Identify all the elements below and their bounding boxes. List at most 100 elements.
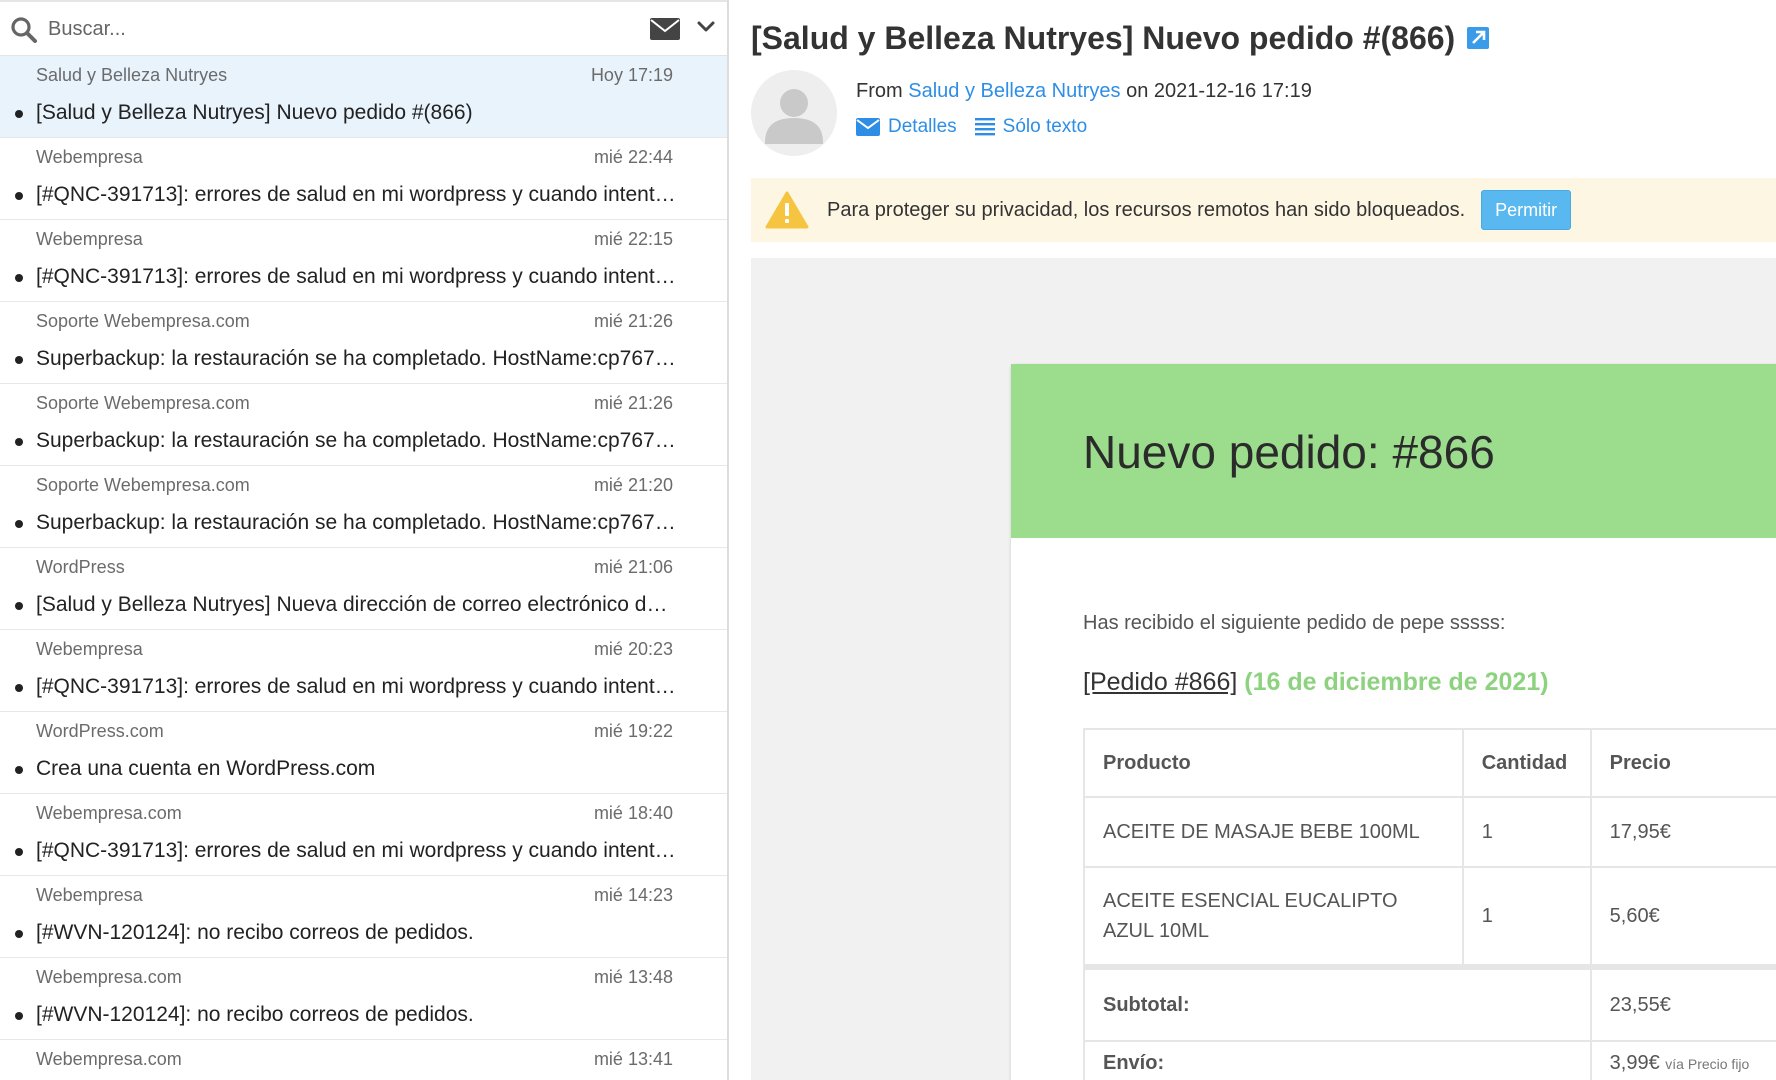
search-icon	[11, 17, 37, 43]
message-list-item[interactable]: Webempresa.com mié 13:41	[0, 1040, 727, 1080]
message-sender: Soporte Webempresa.com	[36, 475, 250, 495]
message-date: mié 19:22	[593, 721, 673, 741]
message-subject: [#QNC-391713]: errores de salud en mi wo…	[36, 839, 676, 862]
message-date: mié 22:15	[593, 229, 673, 249]
order-items-table: Producto Cantidad Precio ACEITE DE MASAJ…	[1083, 728, 1776, 1080]
details-link[interactable]: Detalles	[856, 116, 957, 138]
message-list-item[interactable]: Salud y Belleza Nutryes Hoy 17:19 [Salud y…	[0, 56, 727, 138]
message-list-item[interactable]: Soporte Webempresa.com mié 21:26 Superback…	[0, 384, 727, 466]
message-subject: [#QNC-391713]: errores de salud en mi wo…	[36, 265, 676, 288]
message-list-item[interactable]: WordPress mié 21:06 [Salud y Belleza Nutry…	[0, 548, 727, 630]
search-bar	[0, 0, 727, 56]
message-date: mié 18:40	[593, 803, 673, 823]
message-sender: Soporte Webempresa.com	[36, 311, 250, 331]
unread-dot-icon	[15, 684, 23, 692]
unread-dot-icon	[15, 192, 23, 200]
order-heading: [Pedido #866] (16 de diciembre de 2021)	[1083, 668, 1549, 697]
message-subject-text: [Salud y Belleza Nutryes] Nuevo pedido #…	[751, 20, 1456, 56]
message-list-item[interactable]: Webempresa mié 20:23 [#QNC-391713]: errore…	[0, 630, 727, 712]
product-quantity: 1	[1461, 866, 1592, 968]
from-prefix: From	[856, 80, 903, 102]
message-subject: [Salud y Belleza Nutryes] Nueva direcció…	[36, 593, 676, 616]
table-header-row: Producto Cantidad Precio	[1083, 728, 1776, 798]
message-date: mié 21:26	[593, 311, 673, 331]
unread-dot-icon	[15, 110, 23, 118]
message-subject: [Salud y Belleza Nutryes] Nuevo pedido #…	[36, 101, 473, 124]
unread-dot-icon	[15, 766, 23, 774]
unread-dot-icon	[15, 848, 23, 856]
message-sender: Webempresa.com	[36, 1049, 182, 1069]
email-banner: Nuevo pedido: #866	[1011, 364, 1776, 538]
shipping-row: Envío: 3,99€ vía Precio fijo	[1083, 1040, 1776, 1080]
message-sender: Soporte Webempresa.com	[36, 393, 250, 413]
message-subject: [#QNC-391713]: errores de salud en mi wo…	[36, 675, 676, 698]
header-links: Detalles Sólo texto	[856, 116, 1087, 138]
table-row: ACEITE DE MASAJE BEBE 100ML 1 17,95€	[1083, 796, 1776, 868]
avatar	[751, 70, 837, 156]
message-sender: Webempresa.com	[36, 803, 182, 823]
search-input[interactable]	[48, 12, 608, 46]
message-list-item[interactable]: Soporte Webempresa.com mié 21:26 Superback…	[0, 302, 727, 384]
message-sender: Webempresa	[36, 885, 143, 905]
header-product: Producto	[1083, 728, 1464, 798]
email-intro: Has recibido el siguiente pedido de pepe…	[1083, 612, 1506, 634]
message-list-item[interactable]: Webempresa mié 22:15 [#QNC-391713]: errore…	[0, 220, 727, 302]
message-sender: Webempresa.com	[36, 967, 182, 987]
sender-link[interactable]: Salud y Belleza Nutryes	[908, 80, 1120, 102]
unread-dot-icon	[15, 602, 23, 610]
message-preview: [Salud y Belleza Nutryes] Nuevo pedido #…	[731, 0, 1776, 1080]
message-list-item[interactable]: WordPress.com mié 19:22 Crea una cuenta en…	[0, 712, 727, 794]
envelope-filter-icon[interactable]	[650, 18, 680, 40]
plain-text-label: Sólo texto	[1002, 116, 1088, 137]
message-list-pane: Salud y Belleza Nutryes Hoy 17:19 [Salud y…	[0, 0, 729, 1080]
message-date: mié 13:41	[593, 1049, 673, 1069]
message-sender: Webempresa	[36, 147, 143, 167]
product-price: 5,60€	[1589, 866, 1776, 968]
message-subject: [#WVN-120124]: no recibo correos de pedi…	[36, 1003, 474, 1026]
product-name: ACEITE DE MASAJE BEBE 100ML	[1083, 796, 1464, 868]
unread-dot-icon	[15, 356, 23, 364]
product-price: 17,95€	[1589, 796, 1776, 868]
shipping-cell: 3,99€ vía Precio fijo	[1589, 1040, 1776, 1080]
message-sender: WordPress	[36, 557, 125, 577]
message-subject: [Salud y Belleza Nutryes] Nuevo pedido #…	[751, 20, 1490, 57]
unread-dot-icon	[15, 520, 23, 528]
unread-dot-icon	[15, 438, 23, 446]
message-subject: Superbackup: la restauración se ha compl…	[36, 347, 676, 370]
message-list-item[interactable]: Webempresa.com mié 13:48 [#WVN-120124]: no…	[0, 958, 727, 1040]
privacy-message: Para proteger su privacidad, los recurso…	[827, 198, 1466, 221]
message-date: mié 22:44	[593, 147, 673, 167]
message-subject: Crea una cuenta en WordPress.com	[36, 757, 376, 780]
message-date: on 2021-12-16 17:19	[1126, 80, 1312, 102]
warning-icon	[765, 191, 809, 229]
message-sender: Webempresa	[36, 639, 143, 659]
plain-text-link[interactable]: Sólo texto	[974, 116, 1088, 138]
subtotal-row: Subtotal: 23,55€	[1083, 964, 1776, 1042]
unread-dot-icon	[15, 1012, 23, 1020]
message-date: mié 14:23	[593, 885, 673, 905]
open-in-new-window-icon[interactable]	[1467, 26, 1490, 49]
table-row: ACEITE ESENCIAL EUCALIPTO AZUL 10ML 1 5,…	[1083, 866, 1776, 968]
message-date: mié 13:48	[593, 967, 673, 987]
message-list-item[interactable]: Webempresa.com mié 18:40 [#QNC-391713]: er…	[0, 794, 727, 876]
message-list-item[interactable]: Webempresa mié 14:23 [#WVN-120124]: no rec…	[0, 876, 727, 958]
message-date: mié 21:06	[593, 557, 673, 577]
message-list-item[interactable]: Webempresa mié 22:44 [#QNC-391713]: errore…	[0, 138, 727, 220]
order-link[interactable]: [Pedido #866]	[1083, 668, 1237, 696]
chevron-down-icon[interactable]	[697, 20, 715, 34]
shipping-method: vía Precio fijo	[1665, 1056, 1750, 1072]
list-lines-icon	[974, 118, 995, 136]
product-name: ACEITE ESENCIAL EUCALIPTO AZUL 10ML	[1083, 866, 1464, 968]
subtotal-value: 23,55€	[1589, 964, 1776, 1042]
message-subject: [#QNC-391713]: errores de salud en mi wo…	[36, 183, 676, 206]
email-content: Nuevo pedido: #866 Has recibido el sigui…	[1011, 364, 1776, 1080]
details-label: Detalles	[888, 116, 957, 137]
message-date: mié 21:26	[593, 393, 673, 413]
remote-content-warning: Para proteger su privacidad, los recurso…	[751, 178, 1776, 242]
email-body-frame: Nuevo pedido: #866 Has recibido el sigui…	[751, 258, 1776, 1080]
message-list-item[interactable]: Soporte Webempresa.com mié 21:20 Superback…	[0, 466, 727, 548]
allow-remote-button[interactable]: Permitir	[1481, 190, 1572, 230]
message-subject: [#WVN-120124]: no recibo correos de pedi…	[36, 921, 474, 944]
message-sender: Salud y Belleza Nutryes	[36, 65, 228, 85]
message-date: mié 20:23	[593, 639, 673, 659]
